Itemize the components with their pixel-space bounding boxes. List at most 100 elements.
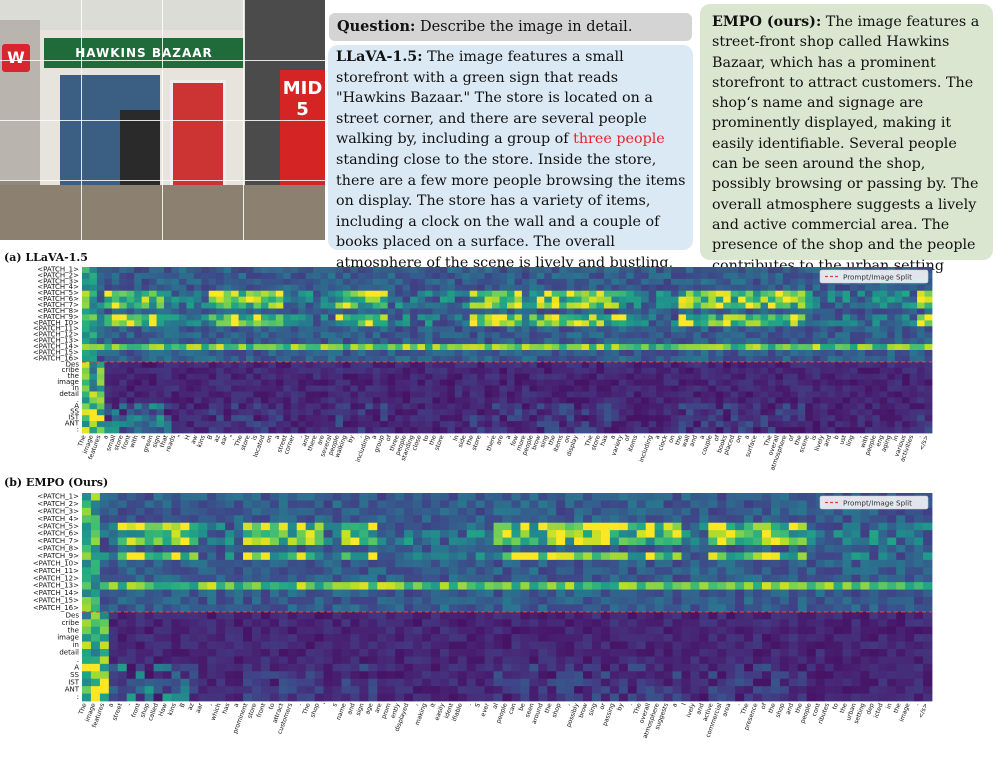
heatmap-cell [225,515,235,524]
heatmap-cell [350,332,359,339]
heatmap-cell [386,611,396,620]
heatmap-cell [869,522,879,531]
heatmap-cell [208,308,217,315]
heatmap-cell [633,284,642,292]
heatmap-cell [410,267,418,274]
heatmap-cell [216,373,225,381]
heatmap-cell [663,604,673,613]
heatmap-cell [782,373,791,381]
heatmap-cell [283,361,292,369]
heatmap-cell [216,344,225,351]
heatmap-cell [238,267,247,274]
heatmap-cell [492,391,500,398]
heatmap-cell [905,611,915,620]
heatmap-cell [671,278,679,286]
heatmap-cell [275,421,284,428]
heatmap-cell [723,338,732,345]
heatmap-cell [462,308,471,315]
heatmap-cell [201,367,210,375]
heatmap-cell [671,326,679,333]
heatmap-cell [439,320,448,327]
heatmap-cell [905,567,915,576]
heatmap-cell [775,361,784,369]
heatmap-cell [104,397,113,404]
heatmap-cell [305,427,314,434]
heatmap-cell [690,574,700,583]
heatmap-cell [253,320,262,327]
heatmap-cell [717,545,727,553]
heatmap-cell [395,522,405,531]
heatmap-cell [134,350,143,357]
heatmap-cell [857,284,866,292]
heatmap-cell [260,308,269,315]
heatmap-cell [359,559,369,568]
heatmap-cell [738,361,746,369]
heatmap-cell [246,302,254,309]
heatmap-cell [887,320,896,327]
heatmap-cell [827,409,836,416]
heatmap-cell [111,415,120,422]
heatmap-cell [618,361,627,369]
heatmap-cell [424,427,433,434]
heatmap-cell [350,302,359,309]
heatmap-cell [164,415,172,422]
heatmap-cell [90,552,101,561]
heatmap-cell [923,567,933,576]
heatmap-cell [633,320,642,327]
heatmap-cell [387,344,396,351]
heatmap-cell [860,574,870,583]
heatmap-cell [402,361,411,369]
heatmap-cell [797,379,806,386]
heatmap-cell [380,302,389,309]
heatmap-cell [447,350,456,357]
heatmap-cell [760,385,769,392]
heatmap-cell [663,302,672,309]
heatmap-cell [424,344,433,351]
heatmap-cell [207,500,217,509]
heatmap-cell [627,597,638,605]
heatmap-cell [753,604,763,613]
heatmap-cell [520,589,530,598]
heatmap-cell [521,415,530,422]
heatmap-cell [581,320,590,327]
heatmap-cell [849,344,858,351]
heatmap-cell [439,493,450,501]
photo-w-logo: W [2,44,30,72]
heatmap-cell [99,589,110,598]
heatmap-cell [887,589,897,598]
heatmap-cell [887,344,896,351]
heatmap-cell [700,361,709,369]
heatmap-cell [566,338,575,345]
heatmap-cell [842,326,851,333]
llava-answer-box: LLaVA-1.5: The image features a small st… [328,45,693,292]
heatmap-cell [596,308,605,315]
heatmap-cell [717,574,727,583]
heatmap-cell [208,415,217,422]
heatmap-cell [104,361,113,369]
heatmap-cell [738,302,746,309]
heatmap-cell [104,403,113,410]
heatmap-cell [134,361,143,369]
heatmap-cell [738,367,746,375]
heatmap-cell [753,320,761,327]
heatmap-cell [909,302,918,309]
heatmap-cell [395,332,404,339]
heatmap-cell [216,296,225,303]
heatmap-cell [275,391,284,398]
heatmap-cell [90,611,101,620]
heatmap-cell [626,284,635,292]
heatmap-cells [82,493,933,702]
heatmap-cell [320,427,329,434]
heatmap-cell [678,415,687,422]
heatmap-cell [805,421,814,428]
heatmap-cell [760,403,769,410]
heatmap-cell [417,344,426,351]
heatmap-cell [536,385,545,392]
heatmap-cell [493,537,503,546]
heatmap-cell [507,385,515,392]
heatmap-cell [298,373,307,381]
heatmap-cell [820,409,829,416]
heatmap-cell [193,415,202,422]
heatmap-cell [596,332,605,339]
heatmap-cell [186,391,195,398]
